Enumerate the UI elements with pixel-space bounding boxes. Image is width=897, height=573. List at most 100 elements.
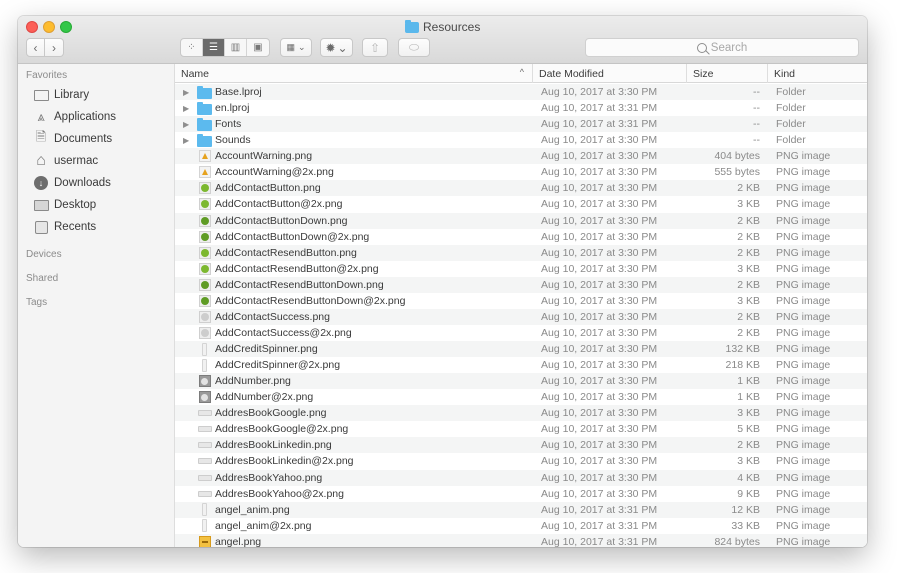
file-date-modified: Aug 10, 2017 at 3:30 PM <box>541 134 658 147</box>
file-name: AddContactResendButton.png <box>215 246 357 259</box>
warning-image-icon <box>197 164 212 180</box>
file-row[interactable]: ▶ Sounds Aug 10, 2017 at 3:30 PM -- Folder <box>175 132 867 149</box>
close-window-button[interactable] <box>26 21 38 33</box>
disclosure-triangle-icon[interactable]: ▶ <box>183 132 193 148</box>
file-row[interactable]: AddContactButtonDown@2x.png Aug 10, 2017 … <box>175 228 867 245</box>
file-name: AddCreditSpinner@2x.png <box>215 359 341 372</box>
file-row[interactable]: AddresBookLinkedin.png Aug 10, 2017 at 3:… <box>175 437 867 454</box>
file-row[interactable]: AddNumber.png Aug 10, 2017 at 3:30 PM 1 KB… <box>175 373 867 390</box>
file-row[interactable]: AddContactResendButtonDown@2x.png Aug 10,… <box>175 292 867 309</box>
column-header-size[interactable]: Size <box>687 64 768 83</box>
share-icon: ⇧ <box>369 40 381 55</box>
file-name: AddContactButtonDown@2x.png <box>215 230 370 243</box>
sidebar-item-label: Recents <box>54 221 97 233</box>
sidebar-item-documents[interactable]: 🗎 Documents <box>33 129 112 148</box>
file-date-modified: Aug 10, 2017 at 3:31 PM <box>541 118 658 131</box>
sidebar-item-recents[interactable]: Recents <box>33 218 96 236</box>
list-view-button[interactable]: ☰ <box>203 39 225 56</box>
sidebar-item-downloads[interactable]: ↓ Downloads <box>33 174 111 192</box>
sidebar-section-devices[interactable]: Devices <box>26 249 62 260</box>
sidebar-item-label: Library <box>54 89 90 101</box>
file-size: -- <box>753 118 760 131</box>
disclosure-triangle-icon[interactable]: ▶ <box>183 84 193 100</box>
file-row[interactable]: AddCreditSpinner.png Aug 10, 2017 at 3:30… <box>175 341 867 358</box>
file-row[interactable]: AddContactButton@2x.png Aug 10, 2017 at 3… <box>175 196 867 213</box>
file-row[interactable]: ▶ en.lproj Aug 10, 2017 at 3:31 PM -- Folder <box>175 100 867 117</box>
file-row[interactable]: AddContactSuccess@2x.png Aug 10, 2017 at … <box>175 324 867 341</box>
column-header-date-modified[interactable]: Date Modified <box>533 64 687 83</box>
file-date-modified: Aug 10, 2017 at 3:30 PM <box>541 359 658 372</box>
file-row[interactable]: AddContactButtonDown.png Aug 10, 2017 at … <box>175 212 867 229</box>
green-button-image-icon <box>197 229 212 245</box>
file-row[interactable]: ▶ Base.lproj Aug 10, 2017 at 3:30 PM -- Fold… <box>175 84 867 101</box>
file-row[interactable]: AddresBookYahoo@2x.png Aug 10, 2017 at 3:… <box>175 485 867 502</box>
file-size: 2 KB <box>737 230 760 243</box>
file-row[interactable]: AccountWarning.png Aug 10, 2017 at 3:30 P… <box>175 148 867 165</box>
sidebar-item-desktop[interactable]: Desktop <box>33 196 96 214</box>
file-list: Name ^ Date Modified Size Kind ▶ Base.lpr… <box>175 64 867 547</box>
disclosure-triangle-icon[interactable]: ▶ <box>183 100 193 116</box>
tag-button[interactable]: ⬭ <box>398 38 430 57</box>
file-row[interactable]: ▶ Fonts Aug 10, 2017 at 3:31 PM -- Folder <box>175 116 867 133</box>
file-name: AddresBookYahoo@2x.png <box>215 487 344 500</box>
file-name: angel_anim@2x.png <box>215 519 312 532</box>
file-row[interactable]: AddCreditSpinner@2x.png Aug 10, 2017 at 3… <box>175 357 867 374</box>
file-row[interactable]: angel_anim.png Aug 10, 2017 at 3:31 PM 12 … <box>175 501 867 518</box>
file-row[interactable]: AddContactResendButtonDown.png Aug 10, 20… <box>175 276 867 293</box>
disclosure-triangle-icon[interactable]: ▶ <box>183 116 193 132</box>
icon-view-button[interactable]: ⁘ <box>181 39 203 56</box>
forward-button[interactable]: › <box>45 38 64 57</box>
chevron-left-icon: ‹ <box>33 40 38 55</box>
column-header-kind[interactable]: Kind <box>768 64 867 83</box>
file-kind: Folder <box>776 134 806 147</box>
file-row[interactable]: AddNumber@2x.png Aug 10, 2017 at 3:30 PM 1… <box>175 389 867 406</box>
sidebar-item-applications[interactable]: ⩓ Applications <box>33 108 116 126</box>
search-field[interactable]: Search <box>585 38 859 57</box>
zoom-window-button[interactable] <box>60 21 72 33</box>
file-row[interactable]: angel.png Aug 10, 2017 at 3:31 PM 824 byte… <box>175 533 867 547</box>
sidebar-item-library[interactable]: Library <box>33 86 89 104</box>
sidebar-section-tags[interactable]: Tags <box>26 297 47 308</box>
file-row[interactable]: AddresBookYahoo.png Aug 10, 2017 at 3:30 … <box>175 469 867 486</box>
file-date-modified: Aug 10, 2017 at 3:30 PM <box>541 214 658 227</box>
file-row[interactable]: AddresBookGoogle@2x.png Aug 10, 2017 at 3… <box>175 421 867 438</box>
file-size: 404 bytes <box>714 150 760 163</box>
file-row[interactable]: AddresBookGoogle.png Aug 10, 2017 at 3:30… <box>175 405 867 422</box>
file-name: AddresBookGoogle.png <box>215 407 327 420</box>
file-kind: PNG image <box>776 278 831 291</box>
file-row[interactable]: AddresBookLinkedin@2x.png Aug 10, 2017 at… <box>175 453 867 470</box>
minimize-window-button[interactable] <box>43 21 55 33</box>
file-date-modified: Aug 10, 2017 at 3:30 PM <box>541 246 658 259</box>
chevron-down-icon: ⌄ <box>297 42 306 52</box>
green-button-image-icon <box>197 261 212 277</box>
arrange-button[interactable]: ▦ ⌄ <box>280 38 312 57</box>
file-row[interactable]: AddContactResendButton@2x.png Aug 10, 201… <box>175 260 867 277</box>
share-button[interactable]: ⇧ <box>362 38 388 57</box>
file-kind: PNG image <box>776 359 831 372</box>
sidebar-item-home[interactable]: ⌂ usermac <box>33 152 98 170</box>
file-row[interactable]: AddContactButton.png Aug 10, 2017 at 3:30… <box>175 180 867 197</box>
column-view-button[interactable]: ▥ <box>225 39 247 56</box>
action-button[interactable]: ✹ ⌄ <box>320 38 353 57</box>
file-name: AddresBookGoogle@2x.png <box>215 423 349 436</box>
file-name: AddContactResendButton@2x.png <box>215 262 379 275</box>
gallery-view-button[interactable]: ▣ <box>247 39 269 56</box>
column-header-name[interactable]: Name ^ <box>175 64 533 83</box>
back-button[interactable]: ‹ <box>26 38 45 57</box>
file-date-modified: Aug 10, 2017 at 3:30 PM <box>541 343 658 356</box>
sidebar-section-shared[interactable]: Shared <box>26 273 58 284</box>
file-row[interactable]: AddContactResendButton.png Aug 10, 2017 a… <box>175 244 867 261</box>
file-row[interactable]: AddContactSuccess.png Aug 10, 2017 at 3:3… <box>175 308 867 325</box>
file-row[interactable]: AccountWarning@2x.png Aug 10, 2017 at 3:3… <box>175 164 867 181</box>
file-kind: PNG image <box>776 439 831 452</box>
file-date-modified: Aug 10, 2017 at 3:30 PM <box>541 182 658 195</box>
file-kind: PNG image <box>776 182 831 195</box>
file-row[interactable]: angel_anim@2x.png Aug 10, 2017 at 3:31 PM… <box>175 517 867 534</box>
